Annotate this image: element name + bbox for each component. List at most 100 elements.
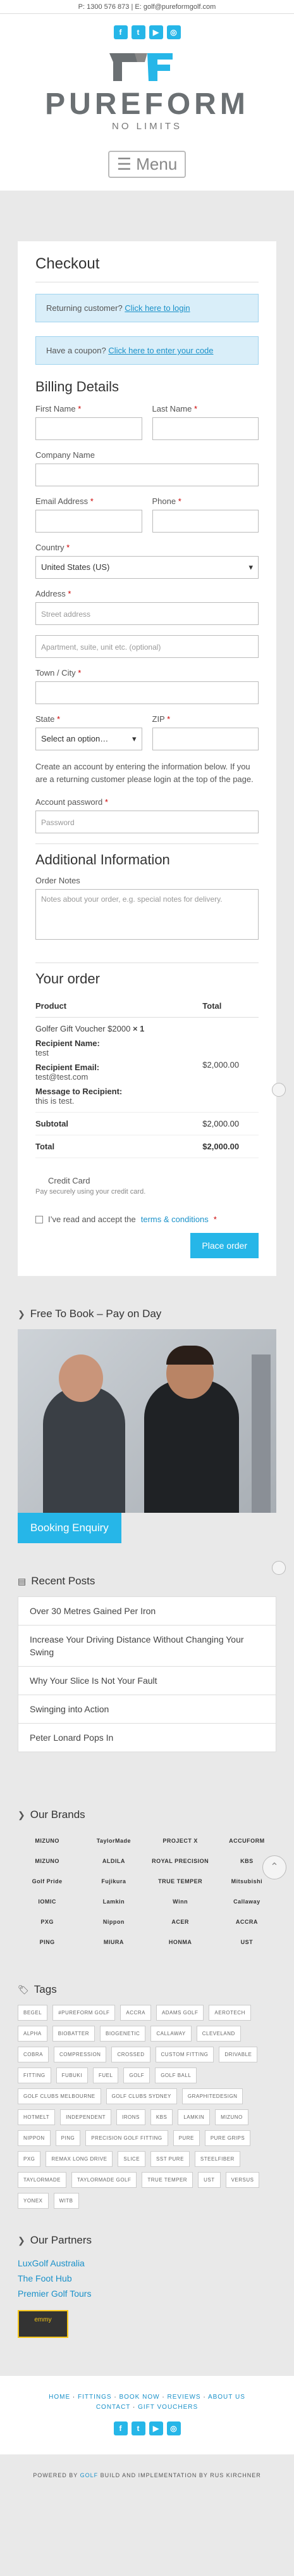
email-field[interactable] [35,510,142,533]
tag-link[interactable]: GOLF CLUBS MELBOURNE [18,2088,101,2104]
partner-link[interactable]: Premier Golf Tours [18,2286,276,2301]
tag-link[interactable]: GOLF BALL [155,2068,197,2083]
copyright-link[interactable]: GOLF [80,2472,99,2478]
booking-enquiry-button[interactable]: Booking Enquiry [18,1513,121,1543]
brand-logo: HONMA [168,1939,192,1945]
menu-button[interactable]: ☰ Menu [107,151,187,178]
facebook-icon[interactable]: f [113,2421,128,2435]
street-address-input[interactable]: Street address [35,602,259,625]
tag-link[interactable]: PURE [173,2130,200,2146]
tag-link[interactable]: ALPHA [18,2026,47,2042]
tag-link[interactable]: GOLF CLUBS SYDNEY [106,2088,177,2104]
facebook-icon[interactable]: f [113,25,128,39]
tag-link[interactable]: PXG [18,2151,41,2167]
footer-link-reviews[interactable]: REVIEWS [167,2394,200,2401]
youtube-icon[interactable]: ▶ [149,25,163,39]
twitter-icon[interactable]: t [131,2421,145,2435]
tag-link[interactable]: PING [55,2130,81,2146]
tag-link[interactable]: GRAPHITEDESIGN [181,2088,243,2104]
instagram-icon[interactable]: ◎ [166,25,181,39]
town-input[interactable] [35,681,259,704]
partner-link[interactable]: LuxGolf Australia [18,2256,276,2271]
tag-link[interactable]: VERSUS [225,2172,260,2188]
tag-link[interactable]: FUBUKI [56,2068,88,2083]
tag-link[interactable]: TAYLORMADE [18,2172,66,2188]
tag-link[interactable]: NIPPON [18,2130,51,2146]
tag-link[interactable]: FITTING [18,2068,51,2083]
footer-link-fittings[interactable]: FITTINGS [78,2394,112,2401]
list-item[interactable]: Swinging into Action [18,1695,276,1724]
tag-link[interactable]: YONEX [18,2193,49,2209]
first-name-input[interactable] [35,417,142,440]
tag-link[interactable]: PURE GRIPS [204,2130,251,2146]
tag-link[interactable]: TRUE TEMPER [142,2172,193,2188]
list-item[interactable]: Peter Lonard Pops In [18,1723,276,1752]
tag-link[interactable]: DRIVABLE [219,2047,258,2062]
scroll-to-top-button[interactable]: ⌃ [262,1855,286,1879]
logo-mark-icon [109,53,173,81]
side-toggle-icon[interactable] [272,1561,286,1575]
footer-link-book[interactable]: BOOK NOW [119,2394,159,2401]
payment-method-credit-card[interactable]: Credit Card [35,1176,259,1185]
footer-link-home[interactable]: HOME [49,2394,70,2401]
state-select[interactable]: Select an option… ▾ [35,728,142,750]
phone-field[interactable] [152,510,259,533]
tag-link[interactable]: MIZUNO [215,2109,248,2125]
tag-link[interactable]: BEGEL [18,2005,48,2021]
tag-link[interactable]: HOTMELT [18,2109,56,2125]
tag-link[interactable]: CROSSED [111,2047,150,2062]
terms-link[interactable]: terms & conditions [141,1215,209,1224]
tag-link[interactable]: STEELFIBER [194,2151,240,2167]
tag-link[interactable]: LAMKIN [178,2109,211,2125]
footer-link-vouchers[interactable]: GIFT VOUCHERS [138,2404,198,2411]
tag-link[interactable]: REMAX LONG DRIVE [46,2151,113,2167]
password-input[interactable]: Password [35,811,259,833]
brand-logo: Fujikura [101,1878,126,1885]
tag-link[interactable]: SST PURE [150,2151,190,2167]
partner-link[interactable]: The Foot Hub [18,2271,276,2286]
instagram-icon[interactable]: ◎ [166,2421,181,2435]
tag-link[interactable]: AEROTECH [209,2005,251,2021]
place-order-button[interactable]: Place order [190,1233,259,1258]
tag-link[interactable]: ACCRA [120,2005,151,2021]
tag-link[interactable]: SLICE [118,2151,146,2167]
apartment-input[interactable]: Apartment, suite, unit etc. (optional) [35,635,259,658]
side-toggle-icon[interactable] [272,1083,286,1097]
last-name-input[interactable] [152,417,259,440]
tag-link[interactable]: CLEVELAND [196,2026,241,2042]
list-item[interactable]: Increase Your Driving Distance Without C… [18,1625,276,1667]
footer-link-about[interactable]: ABOUT US [208,2394,245,2401]
tag-link[interactable]: CUSTOM FITTING [155,2047,214,2062]
terms-checkbox[interactable] [35,1215,43,1223]
tag-link[interactable]: TAYLORMADE GOLF [71,2172,137,2188]
tag-link[interactable]: WITB [53,2193,79,2209]
tag-link[interactable]: BIOBATTER [52,2026,95,2042]
zip-input[interactable] [152,728,259,750]
country-select[interactable]: United States (US) ▾ [35,556,259,579]
subtotal-value: $2,000.00 [202,1112,259,1135]
login-link[interactable]: Click here to login [125,303,190,313]
tag-link[interactable]: BIOGENETIC [99,2026,146,2042]
list-item[interactable]: Over 30 Metres Gained Per Iron [18,1596,276,1626]
site-logo[interactable]: PUREFORM NO LIMITS [0,48,294,137]
tag-link[interactable]: CALLAWAY [150,2026,192,2042]
tag-link[interactable]: #PUREFORM GOLF [52,2005,116,2021]
tag-link[interactable]: COMPRESSION [53,2047,107,2062]
tag-link[interactable]: COBRA [18,2047,49,2062]
tag-link[interactable]: INDEPENDENT [60,2109,111,2125]
tag-link[interactable]: ADAMS GOLF [156,2005,204,2021]
returning-text: Returning customer? [46,303,123,313]
tag-link[interactable]: IRONS [116,2109,145,2125]
twitter-icon[interactable]: t [131,25,145,39]
list-item[interactable]: Why Your Slice Is Not Your Fault [18,1666,276,1695]
tag-link[interactable]: GOLF [123,2068,150,2083]
footer-link-contact[interactable]: CONTACT [96,2404,130,2411]
youtube-icon[interactable]: ▶ [149,2421,163,2435]
tag-link[interactable]: PRECISION GOLF FITTING [85,2130,168,2146]
coupon-link[interactable]: Click here to enter your code [108,346,213,355]
tag-link[interactable]: KBS [150,2109,173,2125]
tag-link[interactable]: UST [198,2172,221,2188]
order-notes-textarea[interactable]: Notes about your order, e.g. special not… [35,889,259,940]
company-input[interactable] [35,464,259,486]
tag-link[interactable]: FUEL [92,2068,119,2083]
